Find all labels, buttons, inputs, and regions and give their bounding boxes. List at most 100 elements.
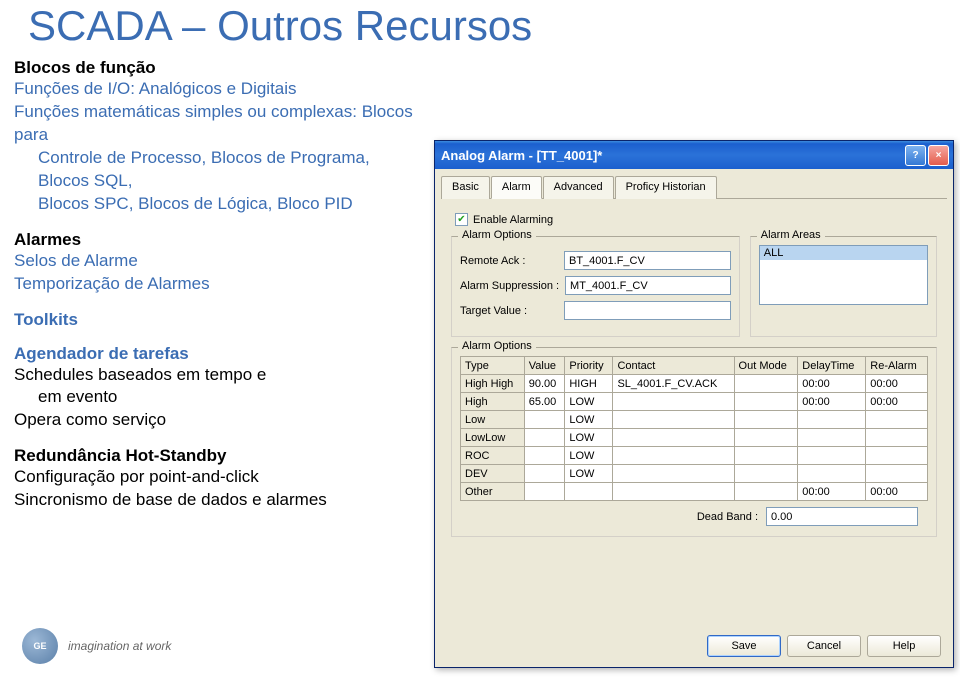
table-row[interactable]: High65.00LOW 00:0000:00 xyxy=(461,393,928,411)
cancel-button[interactable]: Cancel xyxy=(787,635,861,657)
grid-cell[interactable]: LOW xyxy=(565,429,613,447)
table-row[interactable]: Other 00:0000:00 xyxy=(461,483,928,501)
tab-alarm[interactable]: Alarm xyxy=(491,176,542,199)
grid-cell[interactable] xyxy=(866,447,928,465)
grid-cell[interactable] xyxy=(613,447,734,465)
grid-cell[interactable] xyxy=(613,393,734,411)
slide-body: Blocos de função Funções de I/O: Analógi… xyxy=(14,54,419,512)
grid-rowtype[interactable]: Other xyxy=(461,483,525,501)
grid-cell[interactable] xyxy=(798,429,866,447)
grid-cell[interactable]: SL_4001.F_CV.ACK xyxy=(613,375,734,393)
grid-cell[interactable]: 65.00 xyxy=(524,393,565,411)
redundancia-line2: Sincronismo de base de dados e alarmes xyxy=(14,489,419,512)
grid-cell[interactable] xyxy=(613,465,734,483)
grid-cell[interactable] xyxy=(734,411,798,429)
grid-cell[interactable] xyxy=(798,465,866,483)
table-row[interactable]: High High90.00HIGHSL_4001.F_CV.ACK 00:000… xyxy=(461,375,928,393)
section-heading-redundancia: Redundância Hot-Standby xyxy=(14,446,419,466)
close-icon[interactable]: × xyxy=(928,145,949,166)
grid-cell[interactable] xyxy=(565,483,613,501)
grid-cell[interactable]: 90.00 xyxy=(524,375,565,393)
alarm-options-fieldset: Alarm Options Remote Ack : Alarm Suppres… xyxy=(451,236,740,337)
remote-ack-input[interactable] xyxy=(564,251,731,270)
grid-rowtype[interactable]: Low xyxy=(461,411,525,429)
deadband-label: Dead Band : xyxy=(697,511,758,523)
grid-cell[interactable] xyxy=(734,375,798,393)
save-button[interactable]: Save xyxy=(707,635,781,657)
section-heading-toolkits: Toolkits xyxy=(14,310,419,330)
target-value-input[interactable] xyxy=(564,301,731,320)
grid-header[interactable]: Re-Alarm xyxy=(866,357,928,375)
table-row[interactable]: ROC LOW xyxy=(461,447,928,465)
alarm-grid[interactable]: TypeValuePriorityContactOut ModeDelayTim… xyxy=(460,356,928,501)
grid-cell[interactable]: 00:00 xyxy=(866,393,928,411)
grid-cell[interactable] xyxy=(613,411,734,429)
agendador-line2: Opera como serviço xyxy=(14,409,419,432)
grid-cell[interactable] xyxy=(866,411,928,429)
alarm-area-item[interactable]: ALL xyxy=(760,246,927,260)
grid-cell[interactable] xyxy=(613,429,734,447)
grid-rowtype[interactable]: High xyxy=(461,393,525,411)
table-row[interactable]: DEV LOW xyxy=(461,465,928,483)
grid-cell[interactable] xyxy=(734,393,798,411)
dialog-title: Analog Alarm - [TT_4001]* xyxy=(441,148,903,163)
table-row[interactable]: LowLow LOW xyxy=(461,429,928,447)
blocos-line2b: Controle de Processo, Blocos de Programa… xyxy=(14,147,419,193)
grid-header[interactable]: Contact xyxy=(613,357,734,375)
dialog-footer: Save Cancel Help xyxy=(707,635,941,657)
grid-cell[interactable]: LOW xyxy=(565,447,613,465)
alarm-suppression-input[interactable] xyxy=(565,276,731,295)
grid-cell[interactable]: HIGH xyxy=(565,375,613,393)
grid-header[interactable]: Out Mode xyxy=(734,357,798,375)
grid-rowtype[interactable]: DEV xyxy=(461,465,525,483)
deadband-input[interactable] xyxy=(766,507,918,526)
grid-cell[interactable] xyxy=(866,429,928,447)
grid-cell[interactable]: LOW xyxy=(565,411,613,429)
agendador-line1: Schedules baseados em tempo e xyxy=(14,364,419,387)
help-icon[interactable]: ? xyxy=(905,145,926,166)
help-button[interactable]: Help xyxy=(867,635,941,657)
tab-basic[interactable]: Basic xyxy=(441,176,490,199)
grid-rowtype[interactable]: LowLow xyxy=(461,429,525,447)
grid-header[interactable]: Type xyxy=(461,357,525,375)
grid-cell[interactable]: LOW xyxy=(565,393,613,411)
blocos-line2c: Blocos SPC, Blocos de Lógica, Bloco PID xyxy=(14,193,419,216)
enable-alarming-checkbox[interactable]: ✔ xyxy=(455,213,468,226)
grid-rowtype[interactable]: High High xyxy=(461,375,525,393)
dialog-titlebar[interactable]: Analog Alarm - [TT_4001]* ? × xyxy=(435,141,953,169)
grid-cell[interactable] xyxy=(734,429,798,447)
logo-tagline: imagination at work xyxy=(68,639,171,653)
grid-cell[interactable] xyxy=(798,411,866,429)
tab-strip: Basic Alarm Advanced Proficy Historian xyxy=(435,169,953,198)
grid-cell[interactable]: 00:00 xyxy=(866,483,928,501)
grid-header[interactable]: DelayTime xyxy=(798,357,866,375)
grid-cell[interactable] xyxy=(613,483,734,501)
grid-cell[interactable] xyxy=(734,447,798,465)
target-value-label: Target Value : xyxy=(460,305,558,317)
enable-alarming-label: Enable Alarming xyxy=(473,214,553,226)
grid-cell[interactable]: 00:00 xyxy=(798,375,866,393)
grid-cell[interactable]: 00:00 xyxy=(866,375,928,393)
tab-proficy-historian[interactable]: Proficy Historian xyxy=(615,176,717,199)
grid-cell[interactable]: LOW xyxy=(565,465,613,483)
alarm-grid-legend: Alarm Options xyxy=(458,340,536,352)
grid-cell[interactable] xyxy=(524,483,565,501)
grid-cell[interactable] xyxy=(524,447,565,465)
grid-cell[interactable] xyxy=(524,429,565,447)
table-row[interactable]: Low LOW xyxy=(461,411,928,429)
grid-cell[interactable] xyxy=(734,465,798,483)
grid-cell[interactable] xyxy=(524,411,565,429)
grid-cell[interactable] xyxy=(524,465,565,483)
grid-header[interactable]: Value xyxy=(524,357,565,375)
grid-cell[interactable]: 00:00 xyxy=(798,393,866,411)
tab-advanced[interactable]: Advanced xyxy=(543,176,614,199)
grid-cell[interactable] xyxy=(798,447,866,465)
grid-cell[interactable]: 00:00 xyxy=(798,483,866,501)
grid-cell[interactable] xyxy=(866,465,928,483)
grid-header[interactable]: Priority xyxy=(565,357,613,375)
page-title: SCADA – Outros Recursos xyxy=(0,0,960,58)
grid-rowtype[interactable]: ROC xyxy=(461,447,525,465)
alarm-areas-listbox[interactable]: ALL xyxy=(759,245,928,305)
alarmes-line1: Selos de Alarme xyxy=(14,250,419,273)
grid-cell[interactable] xyxy=(734,483,798,501)
